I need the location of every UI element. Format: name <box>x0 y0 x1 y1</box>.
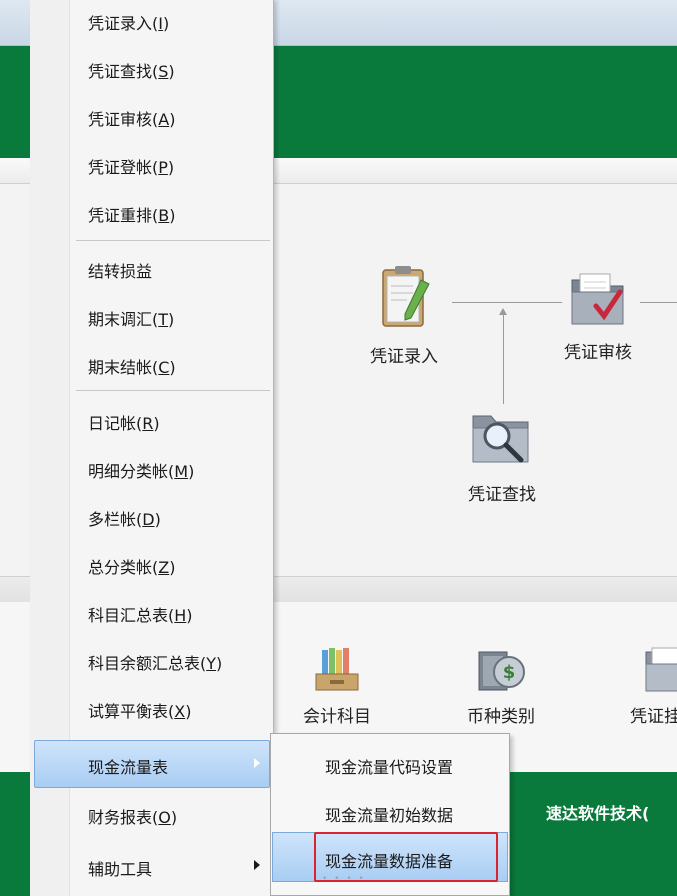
flow-arrow-icon <box>499 308 507 315</box>
menu-item-cash-flow-statement[interactable]: 现金流量表 <box>88 754 168 778</box>
menu-item-voucher-search[interactable]: 凭证查找(S) <box>88 58 175 82</box>
toolbar-label: 会计科目 <box>303 707 371 727</box>
folder-magnifier-icon <box>472 415 529 463</box>
flow-node-label: 凭证审核 <box>564 343 632 363</box>
folder-documents-icon <box>645 647 677 692</box>
menu-item-voucher-entry[interactable]: 凭证录入(I) <box>88 10 169 34</box>
flow-connector <box>640 302 677 303</box>
menu-item-multi-column-ledger[interactable]: 多栏帐(D) <box>88 506 161 530</box>
menu-separator <box>76 390 270 391</box>
clipboard-pencil-icon <box>382 266 430 327</box>
toolbar-voucher-button[interactable]: 凭证挂 <box>626 644 677 727</box>
menu-item-carry-forward-pl[interactable]: 结转损益 <box>88 258 152 282</box>
menu-item-trial-balance[interactable]: 试算平衡表(X) <box>88 698 191 722</box>
flow-node-label: 凭证查找 <box>468 485 536 505</box>
menu-item-period-closing[interactable]: 期末结帐(C) <box>88 354 176 378</box>
menu-item-aux-tools[interactable]: 辅助工具 <box>88 856 152 880</box>
svg-text:$: $ <box>503 662 516 683</box>
dollar-coins-icon: $ <box>478 651 525 691</box>
flow-node-voucher-search[interactable]: 凭证查找 <box>460 406 544 505</box>
menu-item-general-ledger[interactable]: 总分类帐(Z) <box>88 554 175 578</box>
submenu-item-cash-flow-code-setup[interactable]: 现金流量代码设置 <box>325 754 453 778</box>
flow-node-label: 凭证录入 <box>370 347 438 367</box>
menu-item-period-exchange-adjust[interactable]: 期末调汇(T) <box>88 306 174 330</box>
menu-item-detail-ledger[interactable]: 明细分类帐(M) <box>88 458 194 482</box>
menu-item-voucher-posting[interactable]: 凭证登帐(P) <box>88 154 174 178</box>
submenu-item-cash-flow-initial-data[interactable]: 现金流量初始数据 <box>325 802 453 826</box>
submenu-arrow-icon <box>254 758 260 768</box>
menu-item-voucher-audit[interactable]: 凭证审核(A) <box>88 106 175 130</box>
folder-checkmark-icon <box>571 273 624 325</box>
toolbar-currency-button[interactable]: $ 币种类别 <box>456 644 546 727</box>
flow-node-voucher-entry[interactable]: 凭证录入 <box>362 262 446 367</box>
flow-connector <box>452 302 562 303</box>
menu-item-financial-reports[interactable]: 财务报表(O) <box>88 804 177 828</box>
menu-item-balance-summary[interactable]: 科目余额汇总表(Y) <box>88 650 222 674</box>
menu-item-journal[interactable]: 日记帐(R) <box>88 410 160 434</box>
toolbar-label: 币种类别 <box>467 707 535 727</box>
menu-item-account-summary[interactable]: 科目汇总表(H) <box>88 602 193 626</box>
drag-dots-icon: • • • • <box>322 874 366 884</box>
flow-connector <box>503 314 504 404</box>
flow-node-voucher-audit[interactable]: 凭证审核 <box>556 268 640 363</box>
binders-tray-icon <box>315 648 359 691</box>
toolbar-accounts-button[interactable]: 会计科目 <box>292 644 382 727</box>
toolbar-label: 凭证挂 <box>630 707 677 727</box>
menu-item-voucher-renumber[interactable]: 凭证重排(B) <box>88 202 175 226</box>
menu-separator <box>76 240 270 241</box>
submenu-arrow-icon <box>254 860 260 870</box>
footer-company-name: 速达软件技术( <box>546 804 650 823</box>
